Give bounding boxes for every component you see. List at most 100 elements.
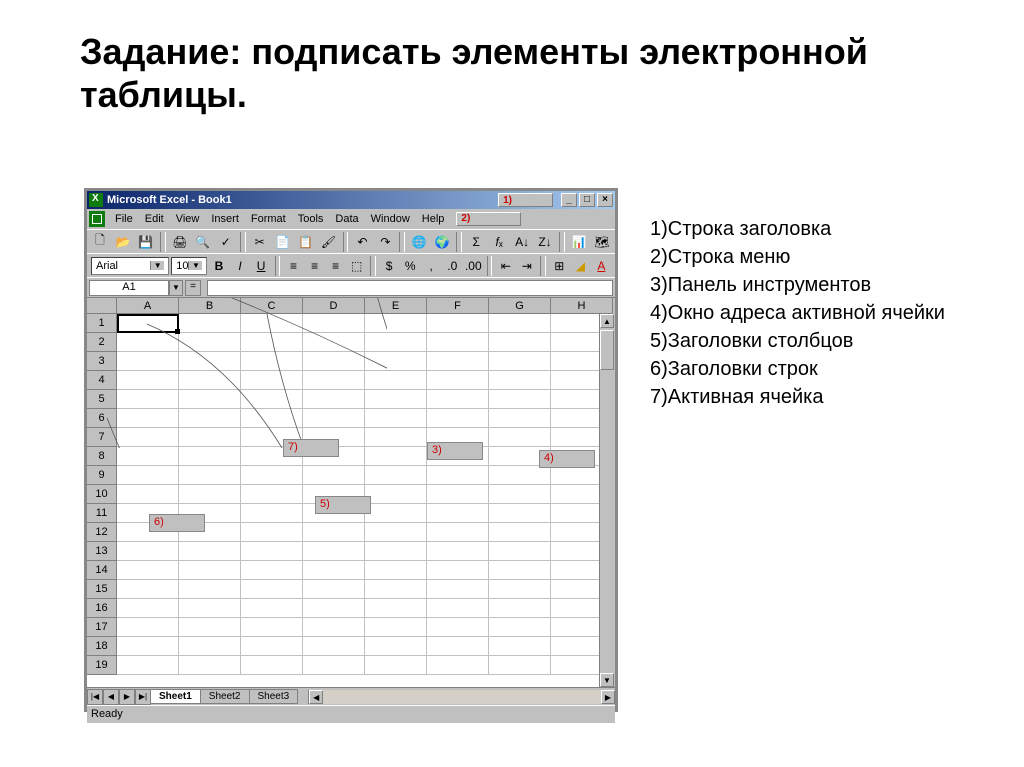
cell[interactable]: [489, 409, 551, 428]
cell[interactable]: [427, 580, 489, 599]
cell[interactable]: [179, 542, 241, 561]
cell[interactable]: [489, 504, 551, 523]
cell[interactable]: [365, 409, 427, 428]
cell[interactable]: [303, 523, 365, 542]
cell[interactable]: [489, 314, 551, 333]
cell[interactable]: [117, 656, 179, 675]
row-header[interactable]: 13: [87, 542, 117, 561]
col-header[interactable]: B: [179, 298, 241, 314]
cell[interactable]: [303, 637, 365, 656]
cell[interactable]: [365, 561, 427, 580]
spreadsheet-grid[interactable]: A B C D E F G H 123456789101112131415161…: [87, 297, 615, 687]
cell[interactable]: [241, 333, 303, 352]
cell[interactable]: [241, 485, 303, 504]
row-header[interactable]: 9: [87, 466, 117, 485]
menu-help[interactable]: Help: [416, 211, 451, 227]
cell[interactable]: [489, 599, 551, 618]
cell[interactable]: [117, 542, 179, 561]
close-button[interactable]: ×: [597, 193, 613, 207]
undo-icon[interactable]: ↶: [351, 232, 373, 252]
cell[interactable]: [179, 561, 241, 580]
cell[interactable]: [179, 618, 241, 637]
cell[interactable]: [117, 599, 179, 618]
font-size-combo[interactable]: 10▼: [171, 257, 207, 275]
cell[interactable]: [489, 466, 551, 485]
cell[interactable]: [427, 485, 489, 504]
paste-icon[interactable]: 📋: [295, 232, 317, 252]
row-header[interactable]: 17: [87, 618, 117, 637]
cell[interactable]: [303, 371, 365, 390]
cell[interactable]: [303, 390, 365, 409]
cell[interactable]: [179, 580, 241, 599]
cell[interactable]: [303, 314, 365, 333]
cell[interactable]: [303, 542, 365, 561]
cell[interactable]: [365, 485, 427, 504]
row-header[interactable]: 12: [87, 523, 117, 542]
col-header[interactable]: G: [489, 298, 551, 314]
cell[interactable]: [365, 314, 427, 333]
cell[interactable]: [117, 447, 179, 466]
cell[interactable]: [241, 523, 303, 542]
cell[interactable]: [179, 371, 241, 390]
cell[interactable]: [303, 599, 365, 618]
row-header[interactable]: 7: [87, 428, 117, 447]
row-header[interactable]: 15: [87, 580, 117, 599]
cell[interactable]: [489, 485, 551, 504]
cell[interactable]: [427, 314, 489, 333]
cell[interactable]: [179, 447, 241, 466]
cell[interactable]: [365, 447, 427, 466]
cell[interactable]: [179, 314, 241, 333]
percent-icon[interactable]: %: [401, 256, 420, 276]
cell[interactable]: [241, 504, 303, 523]
cell[interactable]: [489, 656, 551, 675]
cell[interactable]: [427, 371, 489, 390]
scroll-thumb[interactable]: [600, 330, 614, 370]
chevron-down-icon[interactable]: ▼: [150, 261, 164, 270]
menu-window[interactable]: Window: [365, 211, 416, 227]
cell[interactable]: [427, 599, 489, 618]
align-left-icon[interactable]: ≡: [284, 256, 303, 276]
cell[interactable]: [179, 333, 241, 352]
cell[interactable]: [117, 485, 179, 504]
cell[interactable]: [303, 656, 365, 675]
web-toolbar-icon[interactable]: 🌍: [431, 232, 453, 252]
cell[interactable]: [117, 371, 179, 390]
cell[interactable]: [241, 656, 303, 675]
font-color-icon[interactable]: A: [592, 256, 611, 276]
cell[interactable]: [489, 561, 551, 580]
print-icon[interactable]: 🖨: [169, 232, 191, 252]
align-right-icon[interactable]: ≡: [326, 256, 345, 276]
cell[interactable]: [117, 428, 179, 447]
formula-equals-icon[interactable]: =: [185, 280, 201, 296]
cell[interactable]: [489, 333, 551, 352]
sheet-tab[interactable]: Sheet1: [150, 689, 201, 704]
col-header[interactable]: F: [427, 298, 489, 314]
italic-icon[interactable]: I: [231, 256, 250, 276]
cell[interactable]: [303, 580, 365, 599]
cell[interactable]: [427, 466, 489, 485]
cell[interactable]: [427, 333, 489, 352]
cell[interactable]: [427, 561, 489, 580]
row-header[interactable]: 2: [87, 333, 117, 352]
cell[interactable]: [241, 561, 303, 580]
col-header[interactable]: A: [117, 298, 179, 314]
cell[interactable]: [303, 561, 365, 580]
merge-center-icon[interactable]: ⬚: [347, 256, 366, 276]
cell[interactable]: [117, 352, 179, 371]
increase-decimal-icon[interactable]: .0: [443, 256, 462, 276]
cell[interactable]: [179, 428, 241, 447]
cell[interactable]: [117, 314, 179, 333]
row-header[interactable]: 19: [87, 656, 117, 675]
cell[interactable]: [179, 637, 241, 656]
cell[interactable]: [489, 580, 551, 599]
increase-indent-icon[interactable]: ⇥: [517, 256, 536, 276]
row-header[interactable]: 18: [87, 637, 117, 656]
cell[interactable]: [179, 466, 241, 485]
cell[interactable]: [241, 314, 303, 333]
cell[interactable]: [365, 637, 427, 656]
tab-prev-icon[interactable]: ◀: [103, 689, 119, 705]
row-header[interactable]: 5: [87, 390, 117, 409]
cell[interactable]: [241, 542, 303, 561]
sort-asc-icon[interactable]: A↓: [511, 232, 533, 252]
cell[interactable]: [241, 637, 303, 656]
